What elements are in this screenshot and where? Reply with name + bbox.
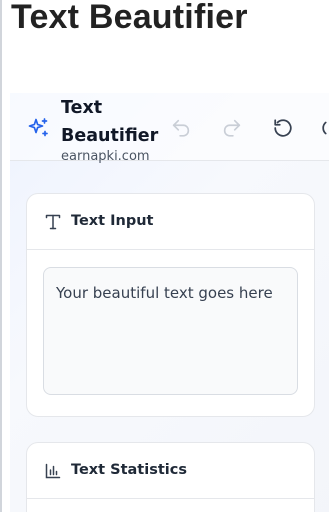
undo-icon[interactable] xyxy=(170,117,192,139)
text-input-field[interactable]: Your beautiful text goes here xyxy=(43,267,298,395)
text-input-title: Text Input xyxy=(71,213,154,229)
text-statistics-card-header: Text Statistics xyxy=(27,443,314,499)
redo-icon[interactable] xyxy=(221,117,243,139)
type-icon xyxy=(44,213,62,231)
text-input-card-header: Text Input xyxy=(27,194,314,250)
window-edge xyxy=(0,0,2,512)
text-statistics-card: Text Statistics xyxy=(26,442,315,512)
sparkles-icon xyxy=(26,116,50,140)
reset-icon[interactable] xyxy=(272,117,294,139)
app-header: Text Beautifier earnapki.com xyxy=(10,93,329,164)
text-input-card: Text Input Your beautiful text goes here xyxy=(26,193,315,417)
bar-chart-icon xyxy=(44,462,62,480)
app-container: Text Beautifier earnapki.com Text Input … xyxy=(10,93,329,512)
brand-name: Text Beautifier xyxy=(61,98,159,146)
brand-subtitle[interactable]: earnapki.com xyxy=(61,149,150,164)
page-title: Text Beautifier xyxy=(11,0,248,36)
text-statistics-title: Text Statistics xyxy=(71,462,187,478)
more-tools-icon[interactable] xyxy=(322,117,329,139)
